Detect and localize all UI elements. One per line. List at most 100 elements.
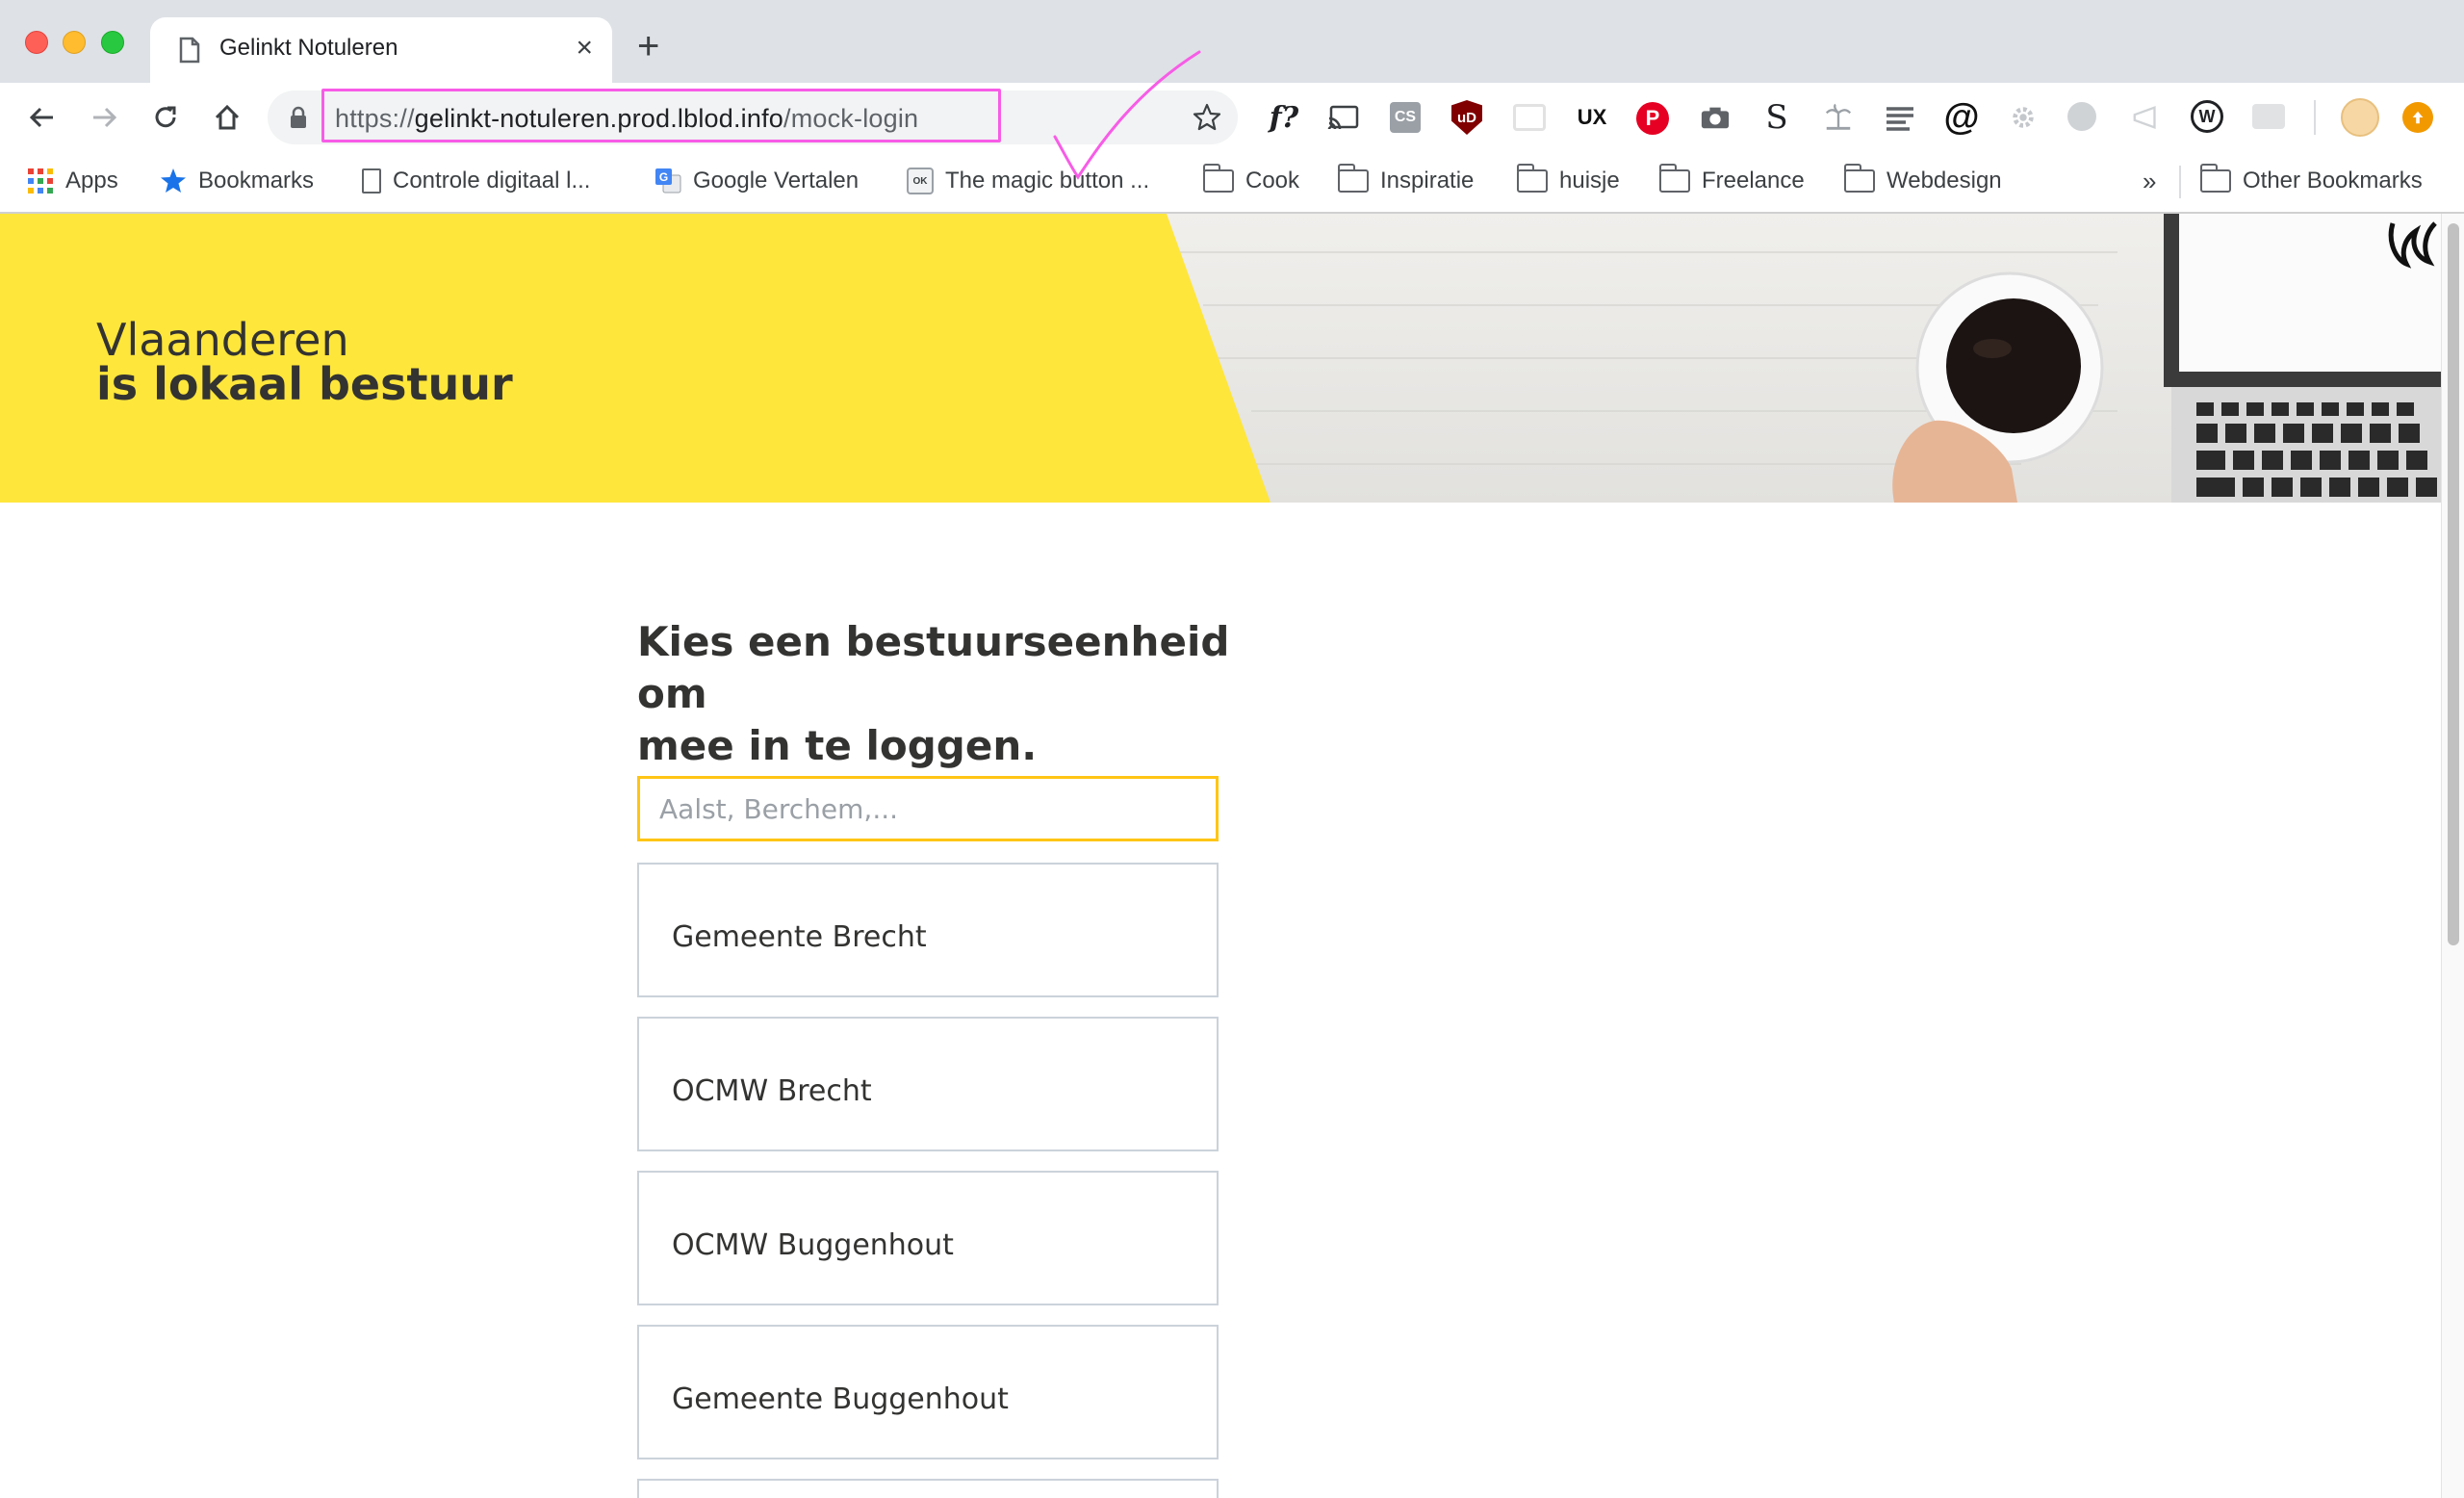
option-partial[interactable] bbox=[637, 1479, 1219, 1498]
brand-line-2: is lokaal bestuur bbox=[96, 358, 513, 410]
tab-title: Gelinkt Notuleren bbox=[219, 35, 398, 61]
star-icon bbox=[161, 168, 186, 193]
bookmarks-bar: Apps Bookmarks Controle digitaal l... G … bbox=[0, 152, 2464, 214]
s-extension-icon[interactable]: S bbox=[1759, 98, 1794, 137]
address-bar[interactable]: https://gelinkt-notuleren.prod.lblod.inf… bbox=[268, 89, 1238, 144]
close-window-button[interactable] bbox=[25, 31, 48, 54]
municipality-search-input[interactable] bbox=[637, 776, 1219, 841]
bookmark-folder-inspiratie[interactable]: Inspiratie bbox=[1337, 164, 1475, 198]
option-gemeente-buggenhout[interactable]: Gemeente Buggenhout bbox=[637, 1325, 1219, 1459]
back-button[interactable] bbox=[21, 96, 64, 139]
bookmark-google-vertalen[interactable]: G Google Vertalen bbox=[654, 164, 859, 198]
arrow-left-icon bbox=[29, 107, 53, 128]
u-extension-icon[interactable] bbox=[2067, 102, 2096, 131]
page-title-line-2: mee in te loggen. bbox=[637, 722, 1038, 769]
folder-icon bbox=[1202, 164, 1234, 193]
lock-icon bbox=[291, 106, 306, 128]
folder-icon bbox=[1843, 164, 1875, 193]
reload-button[interactable] bbox=[144, 96, 187, 139]
zoom-window-button[interactable] bbox=[101, 31, 124, 54]
svg-text:G: G bbox=[659, 170, 668, 184]
option-ocmw-brecht[interactable]: OCMW Brecht bbox=[637, 1017, 1219, 1151]
bookmark-folder-freelance[interactable]: Freelance bbox=[1658, 164, 1805, 198]
bookmark-label: Apps bbox=[65, 168, 118, 194]
w-extension-icon[interactable]: W bbox=[2191, 100, 2223, 133]
bookmark-folder-cook[interactable]: Cook bbox=[1202, 164, 1300, 198]
google-translate-icon: G bbox=[655, 168, 681, 194]
gear-extension-icon[interactable] bbox=[2006, 100, 2040, 135]
page-icon bbox=[362, 168, 381, 194]
bookmark-label: Other Bookmarks bbox=[2243, 168, 2423, 194]
option-ocmw-buggenhout[interactable]: OCMW Buggenhout bbox=[637, 1171, 1219, 1305]
bookmark-label: huisje bbox=[1559, 168, 1620, 194]
bookmark-label: Bookmarks bbox=[198, 168, 315, 194]
arrow-right-icon bbox=[93, 107, 117, 128]
option-gemeente-brecht[interactable]: Gemeente Brecht bbox=[637, 863, 1219, 997]
folder-icon bbox=[2199, 164, 2231, 193]
megaphone-extension-icon[interactable] bbox=[2129, 100, 2164, 135]
option-label: Gemeente Buggenhout bbox=[672, 1382, 1009, 1416]
minimize-window-button[interactable] bbox=[63, 31, 86, 54]
tab-active[interactable]: Gelinkt Notuleren × bbox=[150, 17, 612, 83]
bookmark-label: Inspiratie bbox=[1380, 168, 1475, 194]
reload-icon bbox=[155, 106, 176, 128]
option-label: OCMW Buggenhout bbox=[672, 1228, 954, 1262]
cast-icon[interactable] bbox=[1326, 100, 1361, 135]
reader-lines-icon[interactable] bbox=[1883, 100, 1917, 135]
page-title: Kies een bestuurseenheid om mee in te lo… bbox=[637, 616, 1234, 772]
folder-icon bbox=[1516, 164, 1548, 193]
option-label: Gemeente Brecht bbox=[672, 920, 927, 954]
bookmark-label: Webdesign bbox=[1886, 168, 2002, 194]
url-scheme: https:// bbox=[335, 104, 415, 133]
ublock-extension-icon[interactable]: uD bbox=[1451, 100, 1482, 135]
forward-button[interactable] bbox=[83, 96, 125, 139]
folder-icon bbox=[1658, 164, 1690, 193]
browser-toolbar: https://gelinkt-notuleren.prod.lblod.inf… bbox=[0, 83, 2464, 152]
new-tab-button[interactable]: + bbox=[637, 27, 659, 65]
bookmark-bookmarks[interactable]: Bookmarks bbox=[160, 164, 314, 198]
bookmark-star-icon[interactable] bbox=[1192, 102, 1222, 133]
bookmark-apps[interactable]: Apps bbox=[27, 164, 118, 198]
url-text[interactable]: https://gelinkt-notuleren.prod.lblod.inf… bbox=[335, 104, 918, 134]
bookmark-magic-button[interactable]: OK The magic button ... bbox=[907, 164, 1149, 198]
svg-text:OK: OK bbox=[913, 176, 929, 187]
ux-check-extension-icon[interactable]: UX bbox=[1575, 100, 1609, 135]
home-button[interactable] bbox=[206, 96, 248, 139]
bookmark-label: Cook bbox=[1245, 168, 1300, 194]
option-label: OCMW Brecht bbox=[672, 1074, 872, 1108]
apps-grid-icon bbox=[28, 168, 53, 194]
at-extension-icon[interactable]: @ bbox=[1943, 97, 1979, 138]
home-icon bbox=[215, 104, 240, 130]
comment-extension-icon[interactable] bbox=[1513, 104, 1546, 131]
lastfm-extension-icon[interactable]: CS bbox=[1390, 102, 1421, 133]
chat-extension-icon[interactable] bbox=[2252, 104, 2285, 129]
bookmarks-divider bbox=[2179, 166, 2181, 198]
url-host: gelinkt-notuleren.prod.lblod.info bbox=[414, 104, 783, 133]
bookmarks-overflow-button[interactable]: » bbox=[2143, 164, 2156, 198]
tab-close-icon[interactable]: × bbox=[576, 31, 593, 65]
folder-icon bbox=[1337, 164, 1369, 193]
page-icon bbox=[179, 37, 200, 64]
pinterest-icon[interactable]: P bbox=[1636, 102, 1669, 135]
bookmark-other-bookmarks[interactable]: Other Bookmarks bbox=[2199, 164, 2423, 198]
bookmark-label: Controle digitaal l... bbox=[393, 168, 591, 194]
toolbar-divider bbox=[2314, 100, 2316, 135]
url-path: /mock-login bbox=[783, 104, 919, 133]
bookmark-label: The magic button ... bbox=[945, 168, 1150, 194]
island-extension-icon[interactable] bbox=[1821, 100, 1856, 135]
page-title-line-1: Kies een bestuurseenheid om bbox=[637, 618, 1230, 717]
fq-extension-icon[interactable]: f? bbox=[1267, 100, 1301, 135]
bookmark-label: Google Vertalen bbox=[693, 168, 860, 194]
bookmark-controle-digitaal[interactable]: Controle digitaal l... bbox=[362, 164, 590, 198]
camera-icon[interactable] bbox=[1698, 100, 1732, 135]
bookmark-label: Freelance bbox=[1702, 168, 1805, 194]
bookmark-folder-huisje[interactable]: huisje bbox=[1516, 164, 1620, 198]
window-titlebar: Gelinkt Notuleren × + bbox=[0, 0, 2464, 83]
scrollbar-thumb[interactable] bbox=[2448, 223, 2459, 945]
profile-avatar[interactable] bbox=[2341, 98, 2379, 137]
ok-icon: OK bbox=[907, 168, 934, 194]
bookmark-folder-webdesign[interactable]: Webdesign bbox=[1843, 164, 2002, 198]
update-icon[interactable] bbox=[2402, 102, 2433, 133]
hero-banner: Vlaanderen is lokaal bestuur bbox=[0, 214, 2441, 503]
page-scrollbar[interactable] bbox=[2441, 214, 2464, 1498]
